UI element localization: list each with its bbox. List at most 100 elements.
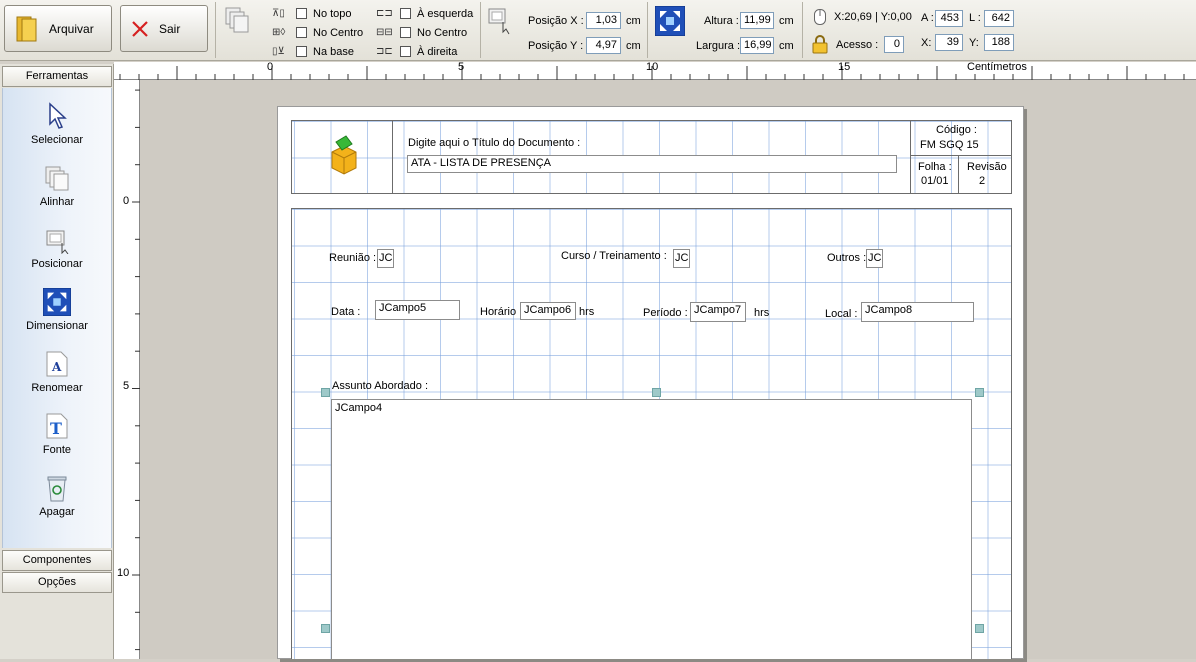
pos-x-input[interactable]: 1,03 [586, 12, 621, 29]
align-top-icon: ⊼▯ [272, 8, 285, 19]
trash-icon [47, 476, 67, 502]
resize-handle[interactable] [321, 388, 330, 397]
code-label: Código : [936, 124, 977, 136]
vruler-label-10: 10 [117, 567, 130, 579]
position-icon [488, 8, 510, 35]
separator [802, 2, 803, 58]
header-divider [910, 121, 911, 193]
resize-handle[interactable] [321, 624, 330, 633]
place-label: Local : [825, 308, 858, 320]
resize-handle[interactable] [975, 388, 984, 397]
x-input[interactable]: 39 [935, 34, 963, 51]
align-bottom-label: Na base [313, 45, 354, 58]
options-header[interactable]: Opções [2, 572, 112, 593]
tool-delete[interactable]: Apagar [2, 468, 112, 530]
close-icon [132, 20, 148, 37]
l-label: L : [969, 12, 981, 24]
tool-rename[interactable]: A Renomear [2, 344, 112, 406]
tool-font[interactable]: T Fonte [2, 406, 112, 468]
a-input[interactable]: 453 [935, 10, 963, 27]
tool-select-label: Selecionar [31, 134, 83, 146]
separator [215, 2, 216, 58]
archive-button[interactable]: Arquivar [4, 5, 112, 52]
width-input[interactable]: 16,99 [740, 37, 774, 54]
sheet-value: 01/01 [921, 175, 949, 187]
archive-label: Arquivar [49, 21, 94, 36]
align-bottom-checkbox[interactable] [296, 46, 307, 57]
align-left-checkbox[interactable] [400, 8, 411, 19]
y-input[interactable]: 188 [984, 34, 1014, 51]
tools-header[interactable]: Ferramentas [2, 66, 112, 87]
vertical-align-group: ⊼▯ No topo ⊞◊ No Centro ▯⊻ Na base [272, 4, 372, 61]
width-unit: cm [779, 40, 794, 52]
pos-x-unit: cm [626, 15, 641, 27]
align-top-option[interactable]: ⊼▯ No topo [272, 4, 372, 23]
period-label: Período : [643, 307, 688, 319]
tool-position-label: Posicionar [31, 258, 83, 270]
tool-resize[interactable]: Dimensionar [2, 282, 112, 344]
height-unit: cm [779, 15, 794, 27]
font-icon: T [46, 413, 68, 439]
course-field[interactable]: JC [673, 249, 690, 268]
pos-y-unit: cm [626, 40, 641, 52]
others-field[interactable]: JC [866, 249, 883, 268]
date-label: Data : [331, 306, 361, 318]
align-hcenter-icon: ⊟⊟ [376, 27, 393, 38]
align-top-label: No topo [313, 7, 352, 20]
vruler-label-5: 5 [123, 380, 130, 392]
date-field[interactable]: JCampo5 [375, 300, 460, 320]
align-right-checkbox[interactable] [400, 46, 411, 57]
tool-align[interactable]: Alinhar [2, 158, 112, 220]
tool-rename-label: Renomear [31, 382, 83, 394]
pointer-icon [49, 102, 67, 129]
revision-value: 2 [979, 175, 986, 187]
align-hcenter-label: No Centro [417, 26, 468, 39]
others-label: Outros : [827, 252, 867, 264]
align-top-checkbox[interactable] [296, 8, 307, 19]
position-tool-icon [46, 230, 69, 254]
tool-delete-label: Apagar [39, 506, 75, 518]
ruler-unit-label: Centímetros [967, 61, 1027, 73]
align-vcenter-checkbox[interactable] [296, 27, 307, 38]
hruler-label-0: 0 [267, 61, 274, 73]
resize-handle[interactable] [652, 388, 661, 397]
subject-textarea[interactable]: JCampo4 [331, 399, 972, 659]
access-input[interactable]: 0 [884, 36, 904, 53]
align-right-option[interactable]: ⊐⊏ À direita [376, 42, 476, 61]
align-hcenter-option[interactable]: ⊟⊟ No Centro [376, 23, 476, 42]
folder-icon [16, 16, 37, 41]
logo-icon [331, 135, 357, 175]
horizontal-align-group: ⊏⊐ À esquerda ⊟⊟ No Centro ⊐⊏ À direita [376, 4, 476, 61]
hruler-label-10: 10 [646, 61, 659, 73]
meeting-label: Reunião : [329, 252, 377, 264]
title-input[interactable]: ATA - LISTA DE PRESENÇA [407, 155, 897, 173]
align-bottom-option[interactable]: ▯⊻ Na base [272, 42, 372, 61]
subject-label: Assunto Abordado : [332, 380, 429, 392]
period-field[interactable]: JCampo7 [690, 302, 746, 322]
meeting-field[interactable]: JC [377, 249, 394, 268]
height-input[interactable]: 11,99 [740, 12, 774, 29]
access-label: Acesso : [836, 39, 879, 51]
period-unit: hrs [754, 307, 770, 319]
align-left-option[interactable]: ⊏⊐ À esquerda [376, 4, 476, 23]
svg-text:T: T [50, 419, 62, 438]
width-label: Largura : [696, 40, 741, 52]
vruler-label-0: 0 [123, 195, 130, 207]
components-header[interactable]: Componentes [2, 550, 112, 571]
align-vcenter-option[interactable]: ⊞◊ No Centro [272, 23, 372, 42]
align-hcenter-checkbox[interactable] [400, 27, 411, 38]
svg-text:A: A [51, 360, 62, 374]
pos-y-label: Posição Y : [528, 40, 584, 52]
place-field[interactable]: JCampo8 [861, 302, 974, 322]
resize-handle[interactable] [975, 624, 984, 633]
align-right-icon: ⊐⊏ [376, 46, 393, 57]
align-left-icon: ⊏⊐ [376, 8, 393, 19]
resize-tool-icon [43, 288, 71, 316]
exit-button[interactable]: Sair [120, 5, 208, 52]
pos-y-input[interactable]: 4,97 [586, 37, 621, 54]
time-field[interactable]: JCampo6 [520, 302, 576, 320]
l-input[interactable]: 642 [984, 10, 1014, 27]
tool-select[interactable]: Selecionar [2, 96, 112, 158]
horizontal-ruler: 0 5 10 15 Centímetros [114, 61, 1196, 80]
tool-position[interactable]: Posicionar [2, 220, 112, 282]
